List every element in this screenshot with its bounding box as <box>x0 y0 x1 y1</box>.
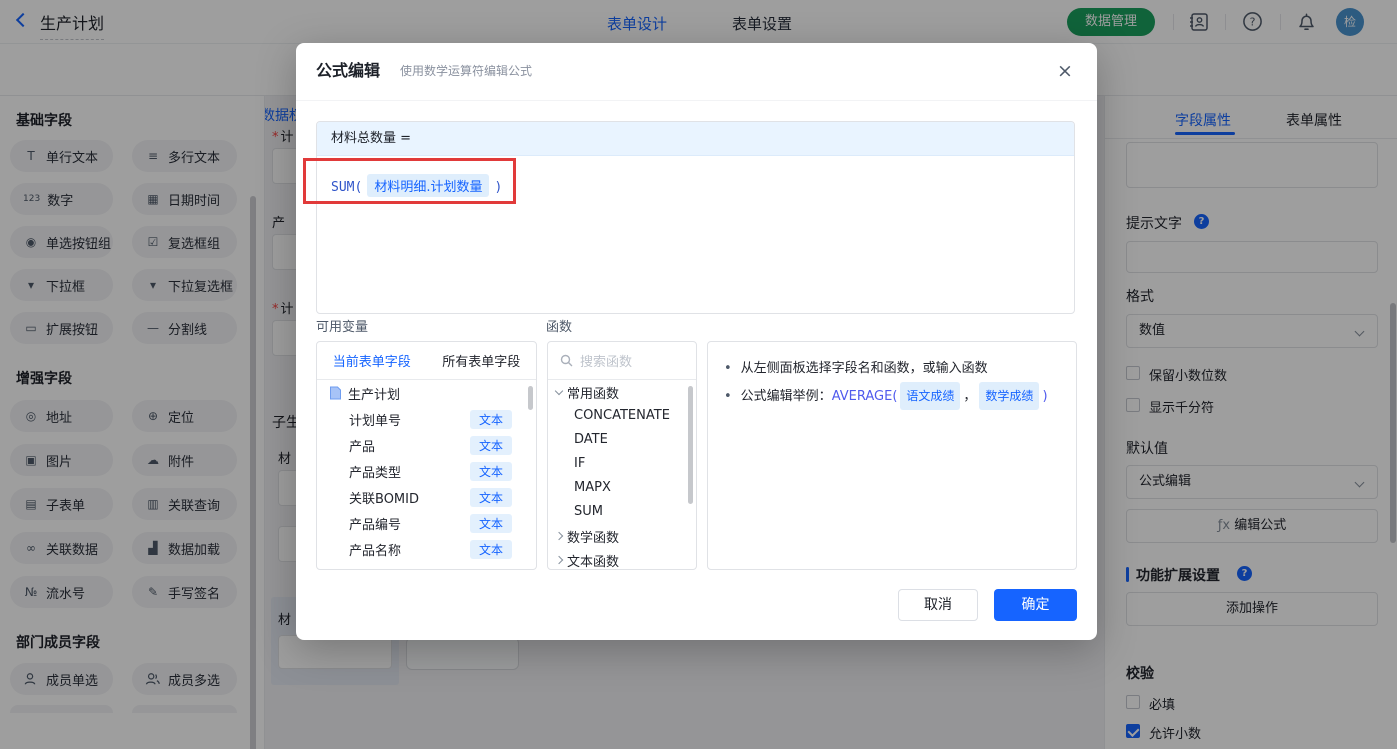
document-icon <box>330 386 341 400</box>
tree-field-item[interactable]: 计划单号 文本 <box>317 406 536 432</box>
functions-panel: 搜索函数 常用函数 CONCATENATE DATE IF MAPX SUM 数… <box>547 341 697 570</box>
function-group-math[interactable]: 数学函数 <box>548 524 696 548</box>
function-item[interactable]: MAPX <box>548 476 696 500</box>
annotation-highlight-box <box>303 158 516 204</box>
tree-field-item[interactable]: 产品 文本 <box>317 432 536 458</box>
field-type-badge: 文本 <box>469 539 512 559</box>
bullet: • <box>724 361 732 376</box>
variables-panel: 当前表单字段 所有表单字段 生产计划 计划单号 文本 产品 文本 产品类型 文本 关联… <box>316 341 537 570</box>
tab-current-form-fields[interactable]: 当前表单字段 <box>317 351 427 370</box>
tab-all-form-fields[interactable]: 所有表单字段 <box>427 351 537 370</box>
formula-target-row: 材料总数量 = <box>317 122 1074 156</box>
variables-tabs: 当前表单字段 所有表单字段 <box>317 342 536 380</box>
function-item[interactable]: CONCATENATE <box>548 404 696 428</box>
variables-scrollbar[interactable] <box>528 386 533 410</box>
tree-field-item[interactable]: 产品编号 文本 <box>317 510 536 536</box>
tip-line-1: • 从左侧面板选择字段名和函数，或输入函数 <box>724 356 1060 382</box>
tree-field-item[interactable]: 关联BOMID 文本 <box>317 484 536 510</box>
field-type-badge: 文本 <box>469 409 512 429</box>
functions-scrollbar[interactable] <box>688 386 693 504</box>
example-function-close: ) <box>1042 389 1048 404</box>
tree-root-item[interactable]: 生产计划 <box>317 380 536 406</box>
chevron-right-icon <box>554 531 564 541</box>
function-item[interactable]: SUM <box>548 500 696 524</box>
modal-subtitle: 使用数学运算符编辑公式 <box>400 64 533 78</box>
divider <box>296 100 1097 101</box>
variables-label: 可用变量 <box>316 320 369 335</box>
function-item[interactable]: DATE <box>548 428 696 452</box>
modal-title: 公式编辑 <box>316 61 381 80</box>
example-field-chip: 数学成绩 <box>979 382 1040 410</box>
field-type-badge: 文本 <box>469 513 512 533</box>
example-function: AVERAGE( <box>831 389 898 404</box>
tree-field-item[interactable]: 产品名称 文本 <box>317 536 536 562</box>
search-placeholder: 搜索函数 <box>580 355 633 370</box>
function-search[interactable]: 搜索函数 <box>548 342 696 380</box>
search-icon <box>560 354 573 367</box>
functions-label: 函数 <box>546 320 573 335</box>
tip-line-2: • 公式编辑举例：AVERAGE(语文成绩，数学成绩) <box>724 382 1060 410</box>
bullet: • <box>724 389 732 404</box>
tree-field-item[interactable]: 产品类型 文本 <box>317 458 536 484</box>
formula-editor-modal: 公式编辑 使用数学运算符编辑公式 × 材料总数量 = SUM(材料明细.计划数量… <box>296 43 1097 640</box>
function-group-common[interactable]: 常用函数 <box>548 380 696 404</box>
field-type-badge: 文本 <box>469 487 512 507</box>
field-type-badge: 文本 <box>469 461 512 481</box>
close-icon[interactable]: × <box>1054 60 1076 82</box>
example-field-chip: 语文成绩 <box>900 382 961 410</box>
cancel-button[interactable]: 取消 <box>898 589 978 621</box>
function-group-text[interactable]: 文本函数 <box>548 548 696 569</box>
formula-target: 材料总数量 = <box>331 131 412 146</box>
chevron-right-icon <box>554 555 564 565</box>
function-item[interactable]: IF <box>548 452 696 476</box>
formula-input-area[interactable]: 材料总数量 = SUM(材料明细.计划数量) <box>316 121 1075 314</box>
chevron-down-icon <box>554 386 564 395</box>
confirm-button[interactable]: 确定 <box>994 589 1077 621</box>
field-type-badge: 文本 <box>469 435 512 455</box>
tips-panel: • 从左侧面板选择字段名和函数，或输入函数 • 公式编辑举例：AVERAGE(语文成… <box>707 341 1077 570</box>
